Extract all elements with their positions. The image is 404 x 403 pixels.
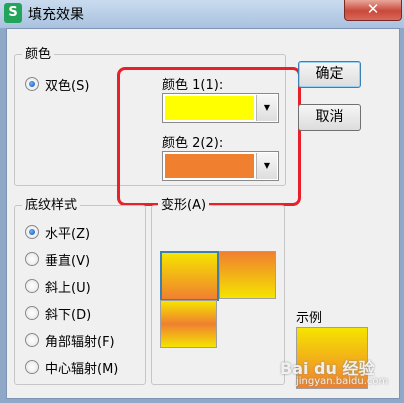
shading-vertical-label[interactable]: 垂直(V): [45, 250, 90, 269]
ok-button[interactable]: 确定: [298, 61, 361, 88]
shading-corner-label[interactable]: 角部辐射(F): [45, 331, 115, 350]
close-button[interactable]: ✕: [344, 0, 402, 21]
two-color-radio[interactable]: [25, 77, 39, 91]
colors-group-legend: 颜色: [22, 43, 55, 62]
shading-group-legend: 底纹样式: [22, 194, 81, 213]
shading-corner-radio[interactable]: [25, 333, 39, 347]
shading-horizontal-label[interactable]: 水平(Z): [45, 223, 90, 242]
shading-vertical-radio[interactable]: [25, 252, 39, 266]
shading-diagonal-up-label[interactable]: 斜上(U): [45, 277, 91, 296]
app-icon: S: [4, 3, 22, 23]
variant-1[interactable]: [160, 251, 219, 301]
shading-horizontal-radio[interactable]: [25, 225, 39, 239]
watermark-url: jingyan.baidu.com: [296, 376, 389, 387]
two-color-label[interactable]: 双色(S): [45, 75, 89, 94]
annotation-highlight: [117, 67, 301, 206]
shading-diagonal-down-radio[interactable]: [25, 306, 39, 320]
shading-diagonal-down-label[interactable]: 斜下(D): [45, 304, 91, 323]
shading-center-radio[interactable]: [25, 360, 39, 374]
variant-2[interactable]: [219, 251, 276, 299]
shading-center-label[interactable]: 中心辐射(M): [45, 358, 118, 377]
shading-diagonal-up-radio[interactable]: [25, 279, 39, 293]
window-title: 填充效果: [28, 7, 84, 23]
variant-3[interactable]: [160, 300, 217, 348]
cancel-button[interactable]: 取消: [298, 104, 361, 131]
sample-label: 示例: [296, 311, 323, 326]
variants-group-legend: 变形(A): [158, 194, 210, 213]
